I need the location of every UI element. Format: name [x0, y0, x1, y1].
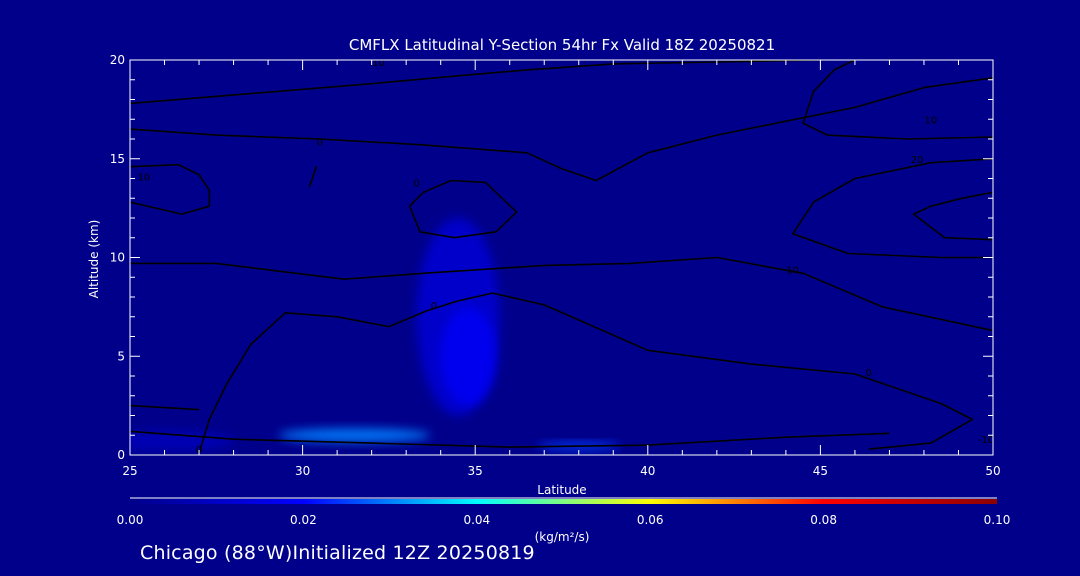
colorbar-tick-label: 0.06 — [637, 513, 664, 527]
contour-line — [802, 60, 993, 140]
x-tick-label: 50 — [985, 464, 1000, 478]
contour-label: 20 — [911, 155, 924, 166]
contour-label: 0 — [866, 368, 872, 379]
x-tick-label: 25 — [122, 464, 137, 478]
colorbar-units-label: (kg/m²/s) — [535, 530, 590, 544]
x-axis-label: Latitude — [537, 483, 586, 497]
contour-line — [198, 292, 974, 454]
contour-label: 0 — [317, 137, 323, 148]
contour-label: 10 — [924, 115, 937, 126]
colorbar: 0.00 0.02 0.04 0.06 0.08 0.10 — [117, 497, 1011, 527]
contour-label: 10 — [786, 265, 799, 276]
contour-line — [308, 165, 318, 188]
y-tick-label: 10 — [110, 251, 125, 265]
contour-label: -10 — [978, 435, 994, 446]
colorbar-gradient — [130, 499, 997, 504]
plot-frame — [129, 59, 994, 456]
y-tick-label: 20 — [110, 53, 125, 67]
colorbar-tick-label: 0.02 — [290, 513, 317, 527]
y-axis-label: Altitude (km) — [87, 220, 101, 299]
contour-label: 0 — [413, 178, 419, 189]
contour-line — [130, 404, 200, 411]
contour-line — [130, 430, 890, 448]
x-tick-label: 40 — [640, 464, 655, 478]
contour-label: 0 — [431, 301, 437, 312]
flux-region — [440, 306, 496, 406]
flux-region — [278, 428, 431, 443]
x-tick-label: 35 — [468, 464, 483, 478]
colorbar-tick-label: 0.00 — [117, 513, 144, 527]
x-tick-label: 30 — [295, 464, 310, 478]
chart: CMFLX Latitudinal Y-Section 54hr Fx Vali… — [87, 36, 1011, 544]
y-tick-label: 15 — [110, 152, 125, 166]
y-tick-label: 5 — [117, 349, 125, 363]
colorbar-tick-label: 0.04 — [463, 513, 490, 527]
colorbar-tick-label: 0.10 — [984, 513, 1011, 527]
plot-area: 000101000101020-1025303540455005101520 — [110, 53, 1001, 478]
contour-label: 10 — [137, 173, 150, 184]
y-tick-label: 0 — [117, 448, 125, 462]
flux-field — [130, 218, 621, 452]
chart-title: CMFLX Latitudinal Y-Section 54hr Fx Vali… — [349, 36, 775, 54]
contour-line — [912, 191, 993, 241]
run-caption: Chicago (88°W)Initialized 12Z 20250819 — [140, 542, 535, 564]
contour-line — [130, 256, 993, 332]
colorbar-tick-label: 0.08 — [810, 513, 837, 527]
x-tick-label: 45 — [813, 464, 828, 478]
contour-line — [791, 158, 993, 259]
